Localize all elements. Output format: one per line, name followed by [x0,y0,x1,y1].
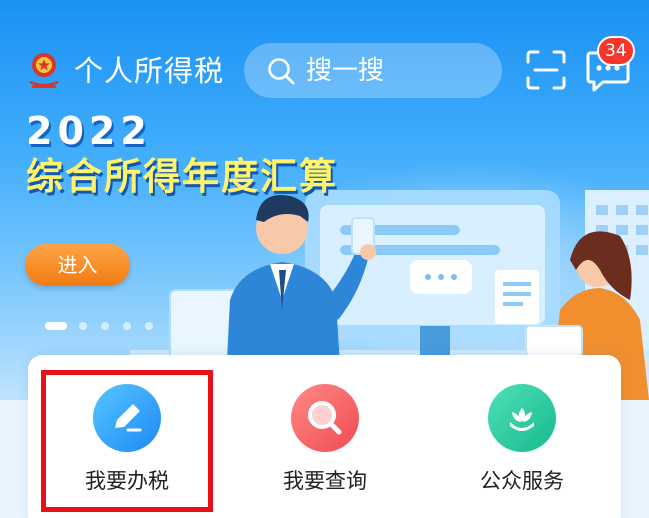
search-bar[interactable]: 搜一搜 [244,43,502,98]
top-bar: 个人所得税 搜一搜 34 [0,0,649,110]
app-screen: 个人所得税 搜一搜 34 2022 综合所得年度汇算 进入 我要办税 我要查询 … [0,0,649,518]
service-label: 公众服务 [480,469,564,493]
emblem-icon [29,53,59,88]
service-icon-circle [93,384,161,452]
carousel-dot[interactable] [145,322,153,330]
enter-button[interactable]: 进入 [25,244,130,286]
search-icon [268,58,295,85]
services-card: 我要办税 我要查询 公众服务 [28,355,621,518]
magnifier-icon [308,401,342,435]
flower-icon [510,408,534,431]
scan-icon[interactable] [525,49,567,91]
app-title: 个人所得税 [74,54,225,88]
carousel-dot-active[interactable] [45,322,67,330]
carousel-dot[interactable] [79,322,87,330]
service-label: 我要查询 [283,469,367,493]
carousel-dot[interactable] [123,322,131,330]
search-placeholder: 搜一搜 [306,56,385,86]
promo-title: 综合所得年度汇算 [26,155,338,198]
message-badge: 34 [597,36,635,66]
promo-year: 2022 [26,109,152,153]
service-icon-circle [488,384,556,452]
service-icon-circle [291,384,359,452]
service-query[interactable]: 我要查询 [240,355,410,515]
carousel-dot[interactable] [101,322,109,330]
pencil-icon [115,404,142,432]
service-public[interactable]: 公众服务 [437,355,607,515]
service-label: 我要办税 [85,469,169,493]
service-file-tax[interactable]: 我要办税 [42,355,212,515]
